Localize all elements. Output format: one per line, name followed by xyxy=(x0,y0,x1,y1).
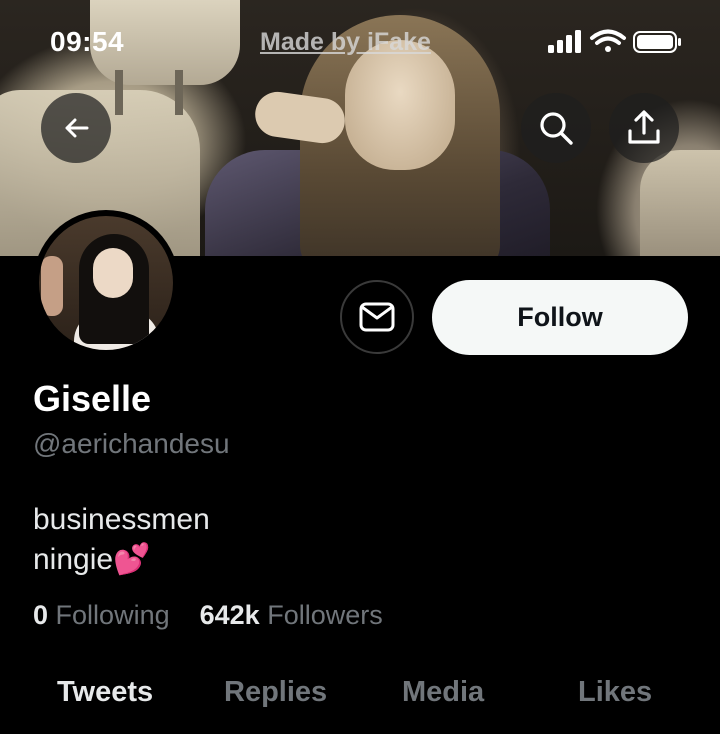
avatar-photo-hand xyxy=(41,256,63,316)
status-icons xyxy=(546,28,686,56)
status-time: 09:54 xyxy=(50,26,125,57)
followers-count: 642k xyxy=(199,600,260,630)
bio-line: ningie💕 xyxy=(33,543,151,576)
battery-icon xyxy=(633,31,681,53)
avatar[interactable] xyxy=(33,210,179,356)
status-bar: 09:54 Made by iFake xyxy=(0,22,720,62)
tab-media[interactable]: Media xyxy=(402,676,484,709)
following-count: 0 xyxy=(33,600,49,630)
followers-label: Followers xyxy=(267,600,383,630)
bio-line: businessmen xyxy=(33,503,210,536)
following-stat[interactable]: 0 Following xyxy=(33,600,170,630)
avatar-photo-face xyxy=(93,248,133,298)
profile-handle: @aerichandesu xyxy=(33,428,230,459)
signal-icon xyxy=(548,30,581,53)
search-icon xyxy=(540,112,573,145)
message-button[interactable] xyxy=(340,280,414,354)
profile-name: Giselle xyxy=(33,378,152,419)
profile-stats: 0 Following 642k Followers xyxy=(33,600,383,631)
envelope-icon xyxy=(359,302,395,332)
back-button[interactable] xyxy=(41,93,111,163)
tab-tweets[interactable]: Tweets xyxy=(57,676,153,709)
share-button[interactable] xyxy=(609,93,679,163)
avatar-photo xyxy=(39,216,173,350)
followers-stat[interactable]: 642k Followers xyxy=(200,600,383,630)
wifi-icon xyxy=(590,29,626,52)
arrow-left-icon xyxy=(65,118,89,138)
banner-photo-post xyxy=(115,70,123,115)
following-label: Following xyxy=(55,600,170,630)
banner-photo-post xyxy=(175,70,183,115)
follow-button[interactable]: Follow xyxy=(432,280,688,355)
search-button[interactable] xyxy=(521,93,591,163)
banner-photo-seat-right xyxy=(640,150,720,256)
profile-tabs: Tweets Replies Media Likes xyxy=(0,676,720,726)
watermark-text: Made by iFake xyxy=(260,28,431,56)
share-icon xyxy=(628,110,660,144)
profile-bio: businessmen ningie💕 xyxy=(33,500,210,580)
tab-likes[interactable]: Likes xyxy=(578,676,652,709)
tab-replies[interactable]: Replies xyxy=(224,676,327,709)
